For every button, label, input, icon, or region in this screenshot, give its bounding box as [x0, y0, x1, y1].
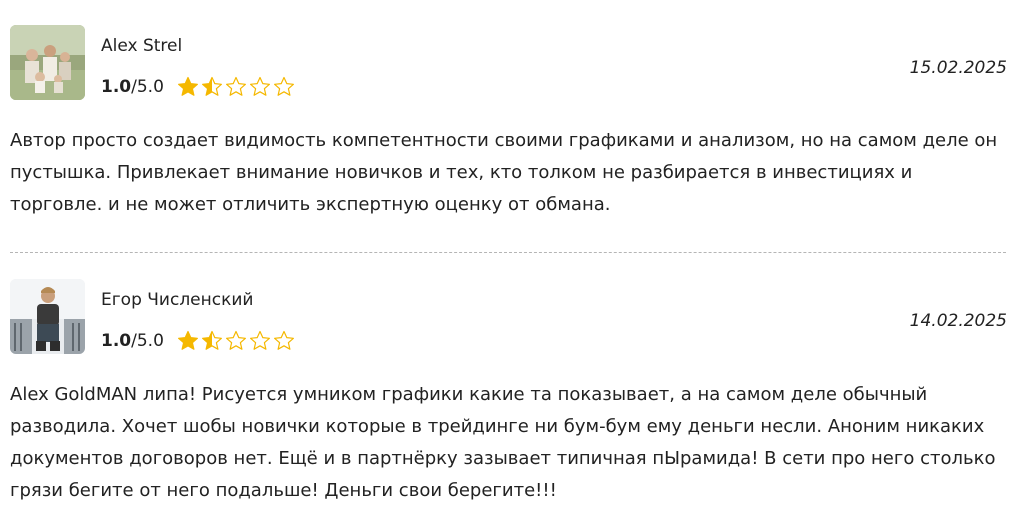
star-icon — [225, 76, 246, 96]
rating: 1.0 /5.0 — [101, 329, 296, 353]
star-icon — [249, 330, 270, 350]
star-icon — [201, 330, 222, 350]
review-author: Егор Численский — [101, 290, 254, 310]
rating: 1.0 /5.0 — [101, 75, 296, 99]
star-icon — [273, 76, 294, 96]
review-date: 14.02.2025 — [909, 311, 1007, 331]
star-rating — [176, 329, 296, 353]
review-text: Alex GoldMAN липа! Рисуется умником граф… — [10, 384, 996, 501]
review-author: Alex Strel — [101, 36, 183, 56]
star-rating — [176, 75, 296, 99]
star-icon — [225, 330, 246, 350]
star-icon — [177, 330, 198, 350]
avatar[interactable] — [10, 25, 85, 100]
avatar[interactable] — [10, 279, 85, 354]
rating-score: 1.0 — [101, 331, 132, 351]
rating-scale: /5.0 — [131, 331, 164, 351]
star-icon — [273, 330, 294, 350]
star-icon — [177, 76, 198, 96]
star-icon — [201, 76, 222, 96]
review-date: 15.02.2025 — [909, 58, 1007, 78]
star-icon — [249, 76, 270, 96]
review-divider — [10, 252, 1006, 253]
rating-scale: /5.0 — [131, 77, 164, 97]
review-text: Автор просто создает видимость компетент… — [10, 130, 998, 215]
rating-score: 1.0 — [101, 77, 132, 97]
